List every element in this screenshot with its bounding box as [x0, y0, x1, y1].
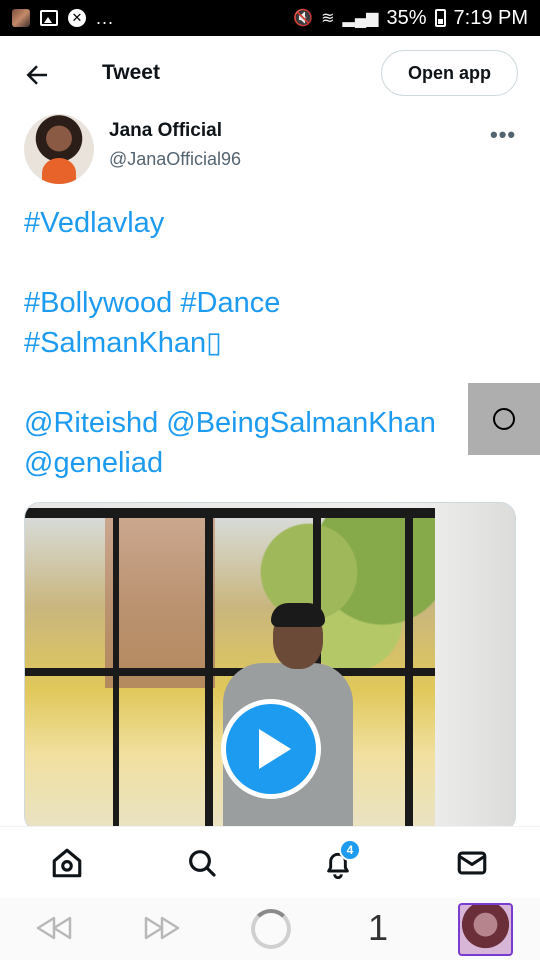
author-handle[interactable]: @JanaOfficial96	[109, 149, 241, 170]
thumbnail-person-cap	[271, 603, 325, 627]
video-media[interactable]	[24, 502, 516, 832]
tab-count-button[interactable]: 1	[360, 905, 396, 951]
mention-line[interactable]: @Riteishd @BeingSalmanKhan	[24, 403, 524, 443]
tweet-text: #Vedlavlay #Bollywood #Dance #SalmanKhan…	[24, 203, 524, 483]
hashtag-line[interactable]: #Bollywood #Dance	[24, 283, 524, 323]
window-frame	[25, 508, 435, 518]
notification-count-badge: 4	[339, 839, 361, 861]
thumbnail-building	[105, 518, 215, 688]
open-app-button[interactable]: Open app	[381, 50, 518, 96]
window-frame	[205, 508, 213, 831]
wifi-icon: ≋	[321, 10, 335, 27]
search-icon	[189, 850, 216, 877]
play-button[interactable]	[221, 699, 321, 799]
browser-back-button[interactable]	[34, 910, 74, 946]
avatar[interactable]	[24, 114, 94, 184]
fast-forward-icon	[144, 916, 180, 940]
author-name[interactable]: Jana Official	[109, 120, 222, 142]
mail-icon	[457, 851, 487, 875]
shield-notification-icon: ✕	[68, 9, 86, 27]
more-notifications: ...	[96, 7, 115, 28]
more-options-icon[interactable]: •••	[490, 122, 516, 148]
battery-icon	[434, 9, 446, 27]
nav-home[interactable]	[49, 845, 85, 881]
page-title: Tweet	[102, 61, 160, 84]
circle-icon	[493, 408, 515, 430]
hashtag-salmankhan[interactable]: #SalmanKhan▯	[24, 323, 524, 363]
home-icon	[52, 848, 82, 878]
thumbnail-trees	[225, 508, 435, 668]
clock: 7:19 PM	[453, 6, 528, 29]
nav-messages[interactable]	[454, 845, 490, 881]
gallery-notification-icon	[40, 10, 58, 26]
arrow-left-icon	[26, 65, 47, 85]
tweet-header: Tweet Open app	[0, 36, 540, 112]
play-icon	[259, 729, 291, 769]
mention-geneliad[interactable]: @geneliad	[24, 443, 524, 483]
status-bar: ✕ ... 🔇 ≋ ▂▄▆ 35% 7:19 PM	[0, 0, 540, 36]
floating-assistive-button[interactable]	[468, 383, 540, 455]
window-frame	[113, 508, 119, 831]
back-button[interactable]	[22, 60, 52, 90]
profile-thumbnail[interactable]	[458, 903, 513, 956]
app-notification-icon	[12, 9, 30, 27]
window-frame	[25, 668, 435, 676]
browser-forward-button[interactable]	[142, 910, 182, 946]
browser-reload-button[interactable]	[249, 907, 293, 951]
rewind-icon	[36, 916, 72, 940]
loading-spinner-icon	[251, 909, 291, 949]
window-frame	[405, 508, 413, 831]
nav-search[interactable]	[184, 845, 220, 881]
signal-icon: ▂▄▆	[342, 10, 379, 27]
mute-icon: 🔇	[293, 10, 314, 27]
bottom-nav: 4	[0, 826, 540, 898]
battery-percent: 35%	[386, 6, 427, 29]
hashtag-vedlavlay[interactable]: #Vedlavlay	[24, 203, 524, 243]
